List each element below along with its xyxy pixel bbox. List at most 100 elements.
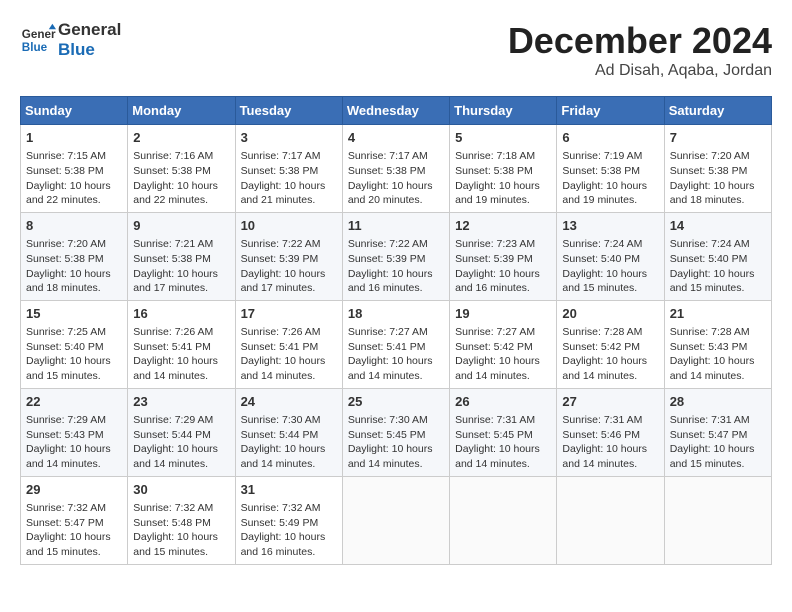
calendar-header-row: SundayMondayTuesdayWednesdayThursdayFrid… — [21, 97, 772, 125]
day-number: 19 — [455, 305, 551, 323]
day-info-text: Sunrise: 7:29 AM — [26, 413, 122, 428]
day-info-text: Daylight: 10 hours — [26, 354, 122, 369]
weekday-header-monday: Monday — [128, 97, 235, 125]
calendar-day-cell: 15Sunrise: 7:25 AMSunset: 5:40 PMDayligh… — [21, 300, 128, 388]
day-info-text: Sunset: 5:38 PM — [133, 164, 229, 179]
day-info-text: Sunset: 5:43 PM — [670, 340, 766, 355]
calendar-day-cell: 5Sunrise: 7:18 AMSunset: 5:38 PMDaylight… — [450, 125, 557, 213]
day-number: 18 — [348, 305, 444, 323]
day-info-text: Sunset: 5:41 PM — [348, 340, 444, 355]
day-info-text: Daylight: 10 hours — [133, 442, 229, 457]
calendar-week-row: 29Sunrise: 7:32 AMSunset: 5:47 PMDayligh… — [21, 476, 772, 564]
day-number: 14 — [670, 217, 766, 235]
day-info-text: and 15 minutes. — [26, 545, 122, 560]
calendar-day-cell: 20Sunrise: 7:28 AMSunset: 5:42 PMDayligh… — [557, 300, 664, 388]
calendar-day-cell: 17Sunrise: 7:26 AMSunset: 5:41 PMDayligh… — [235, 300, 342, 388]
day-info-text: Sunrise: 7:17 AM — [241, 149, 337, 164]
day-info-text: Sunrise: 7:20 AM — [670, 149, 766, 164]
calendar-day-cell: 3Sunrise: 7:17 AMSunset: 5:38 PMDaylight… — [235, 125, 342, 213]
day-info-text: Daylight: 10 hours — [348, 267, 444, 282]
day-info-text: Daylight: 10 hours — [26, 442, 122, 457]
calendar-day-cell: 25Sunrise: 7:30 AMSunset: 5:45 PMDayligh… — [342, 388, 449, 476]
month-title: December 2024 — [508, 20, 772, 62]
day-number: 13 — [562, 217, 658, 235]
calendar-week-row: 8Sunrise: 7:20 AMSunset: 5:38 PMDaylight… — [21, 212, 772, 300]
calendar-day-cell: 28Sunrise: 7:31 AMSunset: 5:47 PMDayligh… — [664, 388, 771, 476]
day-info-text: and 15 minutes. — [562, 281, 658, 296]
day-info-text: and 17 minutes. — [241, 281, 337, 296]
day-number: 22 — [26, 393, 122, 411]
day-info-text: and 14 minutes. — [562, 369, 658, 384]
day-info-text: Sunrise: 7:30 AM — [241, 413, 337, 428]
day-number: 4 — [348, 129, 444, 147]
day-info-text: Daylight: 10 hours — [133, 179, 229, 194]
day-info-text: and 15 minutes. — [670, 281, 766, 296]
calendar-empty-cell — [450, 476, 557, 564]
day-info-text: and 16 minutes. — [241, 545, 337, 560]
calendar-day-cell: 22Sunrise: 7:29 AMSunset: 5:43 PMDayligh… — [21, 388, 128, 476]
day-info-text: Sunrise: 7:24 AM — [670, 237, 766, 252]
day-info-text: Sunset: 5:38 PM — [455, 164, 551, 179]
day-info-text: Daylight: 10 hours — [348, 179, 444, 194]
day-info-text: Sunset: 5:41 PM — [241, 340, 337, 355]
day-info-text: Daylight: 10 hours — [348, 354, 444, 369]
day-info-text: Daylight: 10 hours — [241, 354, 337, 369]
day-info-text: Sunrise: 7:20 AM — [26, 237, 122, 252]
day-info-text: Sunrise: 7:32 AM — [241, 501, 337, 516]
day-info-text: Sunrise: 7:27 AM — [348, 325, 444, 340]
day-number: 20 — [562, 305, 658, 323]
day-info-text: Sunset: 5:38 PM — [26, 164, 122, 179]
day-number: 2 — [133, 129, 229, 147]
day-info-text: and 14 minutes. — [133, 369, 229, 384]
day-number: 8 — [26, 217, 122, 235]
day-info-text: and 14 minutes. — [241, 369, 337, 384]
day-info-text: Daylight: 10 hours — [241, 267, 337, 282]
calendar-empty-cell — [664, 476, 771, 564]
day-info-text: Sunrise: 7:29 AM — [133, 413, 229, 428]
calendar-day-cell: 7Sunrise: 7:20 AMSunset: 5:38 PMDaylight… — [664, 125, 771, 213]
day-number: 31 — [241, 481, 337, 499]
calendar-day-cell: 18 Sunrise: 7:27 AMSunset: 5:41 PMDayligh… — [342, 300, 449, 388]
day-info-text: Sunrise: 7:19 AM — [562, 149, 658, 164]
day-info-text: Sunrise: 7:30 AM — [348, 413, 444, 428]
day-info-text: Sunset: 5:38 PM — [241, 164, 337, 179]
day-number: 6 — [562, 129, 658, 147]
day-info-text: and 15 minutes. — [670, 457, 766, 472]
day-info-text: Sunset: 5:40 PM — [26, 340, 122, 355]
weekday-header-friday: Friday — [557, 97, 664, 125]
calendar-day-cell: 27Sunrise: 7:31 AMSunset: 5:46 PMDayligh… — [557, 388, 664, 476]
calendar-day-cell: 9Sunrise: 7:21 AMSunset: 5:38 PMDaylight… — [128, 212, 235, 300]
day-info-text: and 14 minutes. — [455, 369, 551, 384]
day-info-text: and 19 minutes. — [562, 193, 658, 208]
day-number: 27 — [562, 393, 658, 411]
calendar-day-cell: 4Sunrise: 7:17 AMSunset: 5:38 PMDaylight… — [342, 125, 449, 213]
day-info-text: Daylight: 10 hours — [241, 442, 337, 457]
day-info-text: Sunset: 5:38 PM — [562, 164, 658, 179]
calendar-day-cell: 11Sunrise: 7:22 AMSunset: 5:39 PMDayligh… — [342, 212, 449, 300]
svg-text:General: General — [22, 28, 56, 41]
day-info-text: Daylight: 10 hours — [670, 354, 766, 369]
weekday-header-thursday: Thursday — [450, 97, 557, 125]
logo-blue: Blue — [58, 40, 121, 60]
logo-general: General — [58, 20, 121, 40]
location-subtitle: Ad Disah, Aqaba, Jordan — [508, 62, 772, 80]
day-info-text: and 14 minutes. — [348, 457, 444, 472]
day-info-text: Sunrise: 7:16 AM — [133, 149, 229, 164]
day-number: 11 — [348, 217, 444, 235]
calendar-week-row: 1Sunrise: 7:15 AMSunset: 5:38 PMDaylight… — [21, 125, 772, 213]
day-info-text: Daylight: 10 hours — [241, 530, 337, 545]
day-info-text: Sunrise: 7:23 AM — [455, 237, 551, 252]
day-info-text: Sunrise: 7:17 AM — [348, 149, 444, 164]
weekday-header-saturday: Saturday — [664, 97, 771, 125]
day-number: 30 — [133, 481, 229, 499]
day-number: 25 — [348, 393, 444, 411]
day-number: 5 — [455, 129, 551, 147]
day-info-text: and 20 minutes. — [348, 193, 444, 208]
calendar-day-cell: 29Sunrise: 7:32 AMSunset: 5:47 PMDayligh… — [21, 476, 128, 564]
day-info-text: Daylight: 10 hours — [26, 530, 122, 545]
day-number: 28 — [670, 393, 766, 411]
day-info-text: Sunset: 5:49 PM — [241, 516, 337, 531]
day-info-text: Sunrise: 7:31 AM — [455, 413, 551, 428]
calendar-day-cell: 19Sunrise: 7:27 AMSunset: 5:42 PMDayligh… — [450, 300, 557, 388]
day-info-text: Sunset: 5:44 PM — [133, 428, 229, 443]
